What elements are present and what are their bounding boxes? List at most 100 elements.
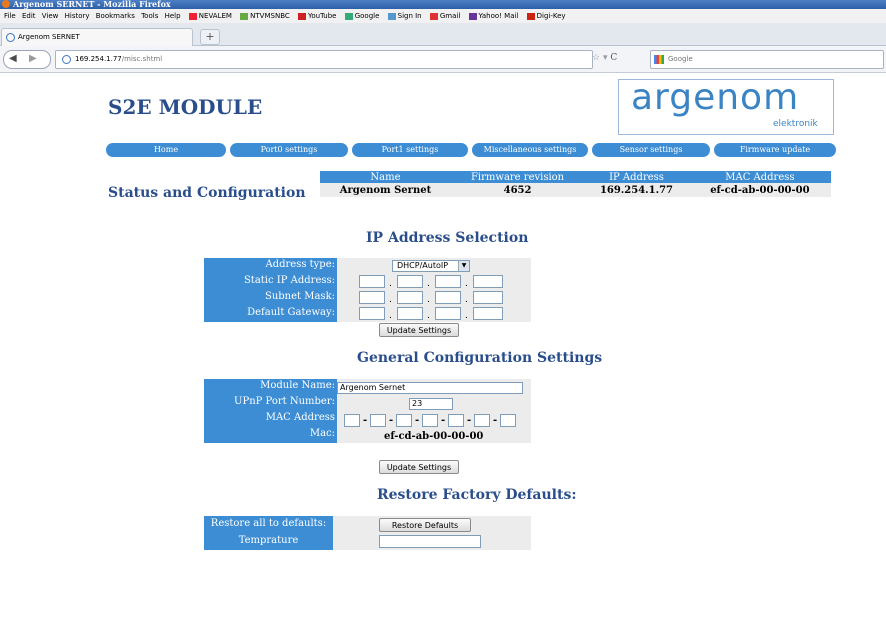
status-table: Name Firmware revision IP Address MAC Ad… <box>320 171 831 197</box>
bookmark-sign-in[interactable]: Sign In <box>387 12 422 20</box>
subnet-octet-1[interactable] <box>359 291 385 304</box>
module-name-input[interactable]: Argenom Sernet <box>337 382 523 394</box>
gateway-octet-3[interactable] <box>435 307 461 320</box>
menu-help[interactable]: Help <box>165 12 181 20</box>
google-icon <box>344 12 353 20</box>
dot-separator: . <box>427 295 430 305</box>
upnp-port-input[interactable]: 23 <box>409 398 453 410</box>
menu-bar: File Edit View History Bookmarks Tools H… <box>0 9 886 23</box>
url-actions: ☆ ▾ C <box>592 53 642 63</box>
general-label-panel: Module Name: UPnP Port Number: MAC Addre… <box>204 379 337 443</box>
star-icon <box>188 12 197 20</box>
menu-tools[interactable]: Tools <box>141 12 158 20</box>
logo-word: argenom <box>631 77 800 118</box>
peacock-icon <box>240 12 249 20</box>
window-title: Argenom SERNET - Mozilla Firefox <box>13 0 171 9</box>
nav-sensor-settings[interactable]: Sensor settings <box>592 143 710 157</box>
restore-label-panel: Restore all to defaults: Temprature <box>204 516 333 550</box>
dot-separator: . <box>427 311 430 321</box>
mac-value: ef-cd-ab-00-00-00 <box>384 431 484 442</box>
bookmark-google[interactable]: Google <box>344 12 379 20</box>
address-type-select[interactable]: DHCP/AutoIP ▼ <box>392 260 470 272</box>
mac-byte-3[interactable] <box>396 414 412 427</box>
status-title: Status and Configuration <box>108 185 306 201</box>
page-content: S2E MODULE argenom elektronik Home Port0… <box>0 73 886 638</box>
nav-port1-settings[interactable]: Port1 settings <box>352 143 468 157</box>
general-section-title: General Configuration Settings <box>357 350 603 366</box>
msn-icon <box>387 12 396 20</box>
dash-separator: - <box>363 415 368 426</box>
static-ip-octet-1[interactable] <box>359 275 385 288</box>
subnet-octet-2[interactable] <box>397 291 423 304</box>
ip-label-panel: Address type: Static IP Address: Subnet … <box>204 258 337 322</box>
new-tab-button[interactable]: + <box>200 29 220 45</box>
bookmark-gmail[interactable]: Gmail <box>429 12 460 20</box>
search-placeholder: Google <box>668 55 693 63</box>
col-firmware: Firmware revision <box>450 171 585 183</box>
bookmark-star-icon[interactable]: ☆ <box>592 53 600 63</box>
gateway-octet-4[interactable] <box>473 307 503 320</box>
dropdown-arrow-icon[interactable]: ▾ <box>603 53 608 63</box>
logo-subtitle: elektronik <box>773 119 818 129</box>
mac-byte-1[interactable] <box>344 414 360 427</box>
label-restore-all: Restore all to defaults: <box>210 518 327 529</box>
menu-bookmarks[interactable]: Bookmarks <box>96 12 135 20</box>
menu-edit[interactable]: Edit <box>22 12 36 20</box>
nav-firmware-update[interactable]: Firmware update <box>714 143 836 157</box>
restore-defaults-button[interactable]: Restore Defaults <box>379 518 471 532</box>
url-bar[interactable]: 169.254.1.77/misc.shtml <box>55 50 593 69</box>
digikey-icon <box>526 12 535 20</box>
nav-port0-settings[interactable]: Port0 settings <box>230 143 348 157</box>
mac-byte-4[interactable] <box>422 414 438 427</box>
status-header-row: Name Firmware revision IP Address MAC Ad… <box>320 171 831 183</box>
menu-history[interactable]: History <box>65 12 90 20</box>
gateway-octet-1[interactable] <box>359 307 385 320</box>
yahoo-icon <box>468 12 477 20</box>
window-title-bar: Argenom SERNET - Mozilla Firefox <box>0 0 886 9</box>
bookmark-digi-key[interactable]: Digi-Key <box>526 12 566 20</box>
bookmark-yahoo-mail[interactable]: Yahoo! Mail <box>468 12 518 20</box>
label-temperature: Temprature <box>238 535 299 546</box>
temperature-input[interactable] <box>379 535 481 548</box>
tab-bar: Argenom SERNET + <box>0 23 886 46</box>
nav-tabs: Home Port0 settings Port1 settings Misce… <box>106 143 836 157</box>
dash-separator: - <box>467 415 472 426</box>
update-ip-settings-button[interactable]: Update Settings <box>379 323 459 337</box>
mac-byte-2[interactable] <box>370 414 386 427</box>
bookmark-ntvmsnbc[interactable]: NTVMSNBC <box>240 12 290 20</box>
label-mac: Mac: <box>309 428 335 439</box>
dot-separator: . <box>465 311 468 321</box>
youtube-icon <box>298 12 306 20</box>
mac-byte-6[interactable] <box>474 414 490 427</box>
static-ip-octet-2[interactable] <box>397 275 423 288</box>
gateway-octet-2[interactable] <box>397 307 423 320</box>
nav-home[interactable]: Home <box>106 143 226 157</box>
subnet-octet-3[interactable] <box>435 291 461 304</box>
bookmark-nevalem[interactable]: NEVALEM <box>188 12 232 20</box>
back-arrow-icon[interactable]: ◀ <box>9 54 19 64</box>
browser-tab[interactable]: Argenom SERNET <box>1 28 193 46</box>
static-ip-octet-4[interactable] <box>473 275 503 288</box>
search-input[interactable]: Google <box>650 50 884 69</box>
update-general-settings-button[interactable]: Update Settings <box>379 460 459 474</box>
static-ip-octet-3[interactable] <box>435 275 461 288</box>
mac-byte-5[interactable] <box>448 414 464 427</box>
subnet-octet-4[interactable] <box>473 291 503 304</box>
bookmark-youtube[interactable]: YouTube <box>298 12 336 20</box>
argenom-logo: argenom elektronik <box>618 77 834 135</box>
mac-byte-7[interactable] <box>500 414 516 427</box>
menu-view[interactable]: View <box>42 12 59 20</box>
back-forward-group: ◀ ▶ <box>3 50 51 69</box>
reload-icon[interactable]: C <box>610 53 617 63</box>
dash-separator: - <box>415 415 420 426</box>
ip-address: 169.254.1.77 <box>584 183 689 197</box>
col-ip: IP Address <box>584 171 689 183</box>
col-mac: MAC Address <box>688 171 831 183</box>
nav-misc-settings[interactable]: Miscellaneous settings <box>472 143 588 157</box>
page-title: S2E MODULE <box>108 95 263 119</box>
forward-arrow-icon[interactable]: ▶ <box>29 54 39 64</box>
menu-file[interactable]: File <box>4 12 16 20</box>
label-upnp-port: UPnP Port Number: <box>234 396 335 407</box>
navigation-bar: ◀ ▶ 169.254.1.77/misc.shtml ☆ ▾ C Google <box>0 46 886 73</box>
restore-section-title: Restore Factory Defaults: <box>377 487 577 503</box>
